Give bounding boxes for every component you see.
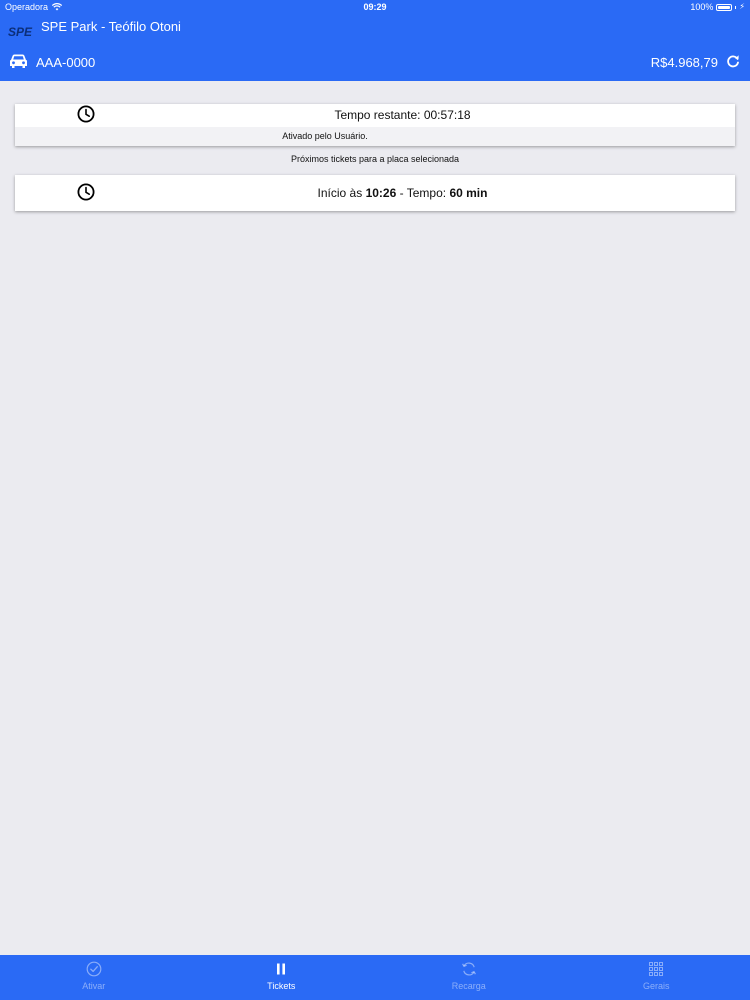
tab-gerais[interactable]: Gerais: [563, 955, 750, 1000]
tab-tickets[interactable]: Tickets: [188, 955, 376, 1000]
tab-label-gerais: Gerais: [642, 981, 670, 991]
activated-by-text: Ativado pelo Usuário.: [282, 131, 368, 141]
car-icon[interactable]: [9, 54, 28, 69]
duration-value: 60 min: [449, 186, 488, 200]
app-header: SPE SPE Park - Teófilo Otoni AAA-0000 R$…: [0, 15, 750, 81]
battery-percent: 100%: [690, 2, 714, 12]
pause-icon: [277, 963, 286, 975]
tab-recarga[interactable]: Recarga: [375, 955, 563, 1000]
tab-label-recarga: Recarga: [451, 981, 486, 991]
tab-bar: Ativar Tickets Recarga Gerais: [0, 955, 750, 1000]
tab-ativar[interactable]: Ativar: [0, 955, 188, 1000]
recharge-icon: [461, 962, 476, 976]
active-ticket-card[interactable]: Tempo restante: 00:57:18 Ativado pelo Us…: [15, 104, 735, 146]
grid-icon: [649, 962, 664, 976]
svg-text:SPE: SPE: [8, 25, 33, 38]
tab-label-tickets: Tickets: [267, 981, 296, 991]
check-circle-icon: [86, 961, 102, 977]
status-time: 09:29: [363, 2, 387, 12]
account-balance: R$4.968,79: [650, 55, 718, 70]
battery-info: 100% ⚡: [690, 2, 745, 12]
refresh-icon[interactable]: [726, 54, 740, 68]
charging-icon: ⚡: [739, 2, 745, 11]
start-time: 10:26: [365, 186, 397, 200]
battery-cap: [735, 5, 737, 9]
battery-icon: [716, 3, 733, 11]
app-title: SPE Park - Teófilo Otoni: [41, 19, 181, 34]
next-ticket-card[interactable]: Início às 10:26 - Tempo: 60 min: [15, 175, 735, 211]
activated-row: Ativado pelo Usuário.: [15, 127, 735, 146]
next-tickets-caption: Próximos tickets para a placa selecionad…: [290, 154, 460, 164]
spe-logo: SPE: [8, 25, 33, 38]
start-prefix: Início às: [317, 186, 363, 200]
duration-prefix: - Tempo:: [399, 186, 447, 200]
tab-label-ativar: Ativar: [82, 981, 106, 991]
license-plate[interactable]: AAA-0000: [36, 55, 95, 71]
next-ticket-schedule: Início às 10:26 - Tempo: 60 min: [15, 186, 735, 200]
status-bar: Operadora 09:29 100% ⚡: [0, 0, 750, 15]
remaining-time: Tempo restante: 00:57:18: [334, 108, 471, 122]
